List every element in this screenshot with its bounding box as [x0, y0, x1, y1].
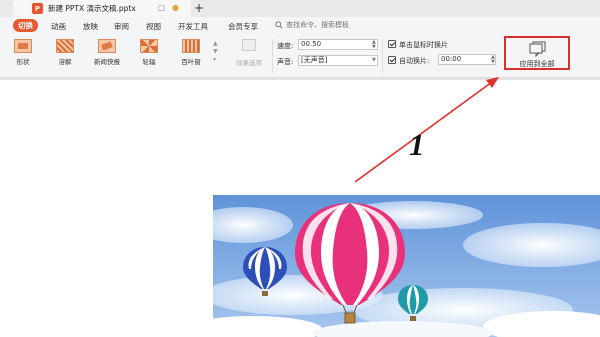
search-icon: [275, 21, 283, 29]
chevron-down-icon[interactable]: ▼: [213, 48, 221, 56]
auto-advance-spinner[interactable]: ▲ ▼: [491, 55, 495, 65]
transition-label: 百叶窗: [181, 58, 201, 66]
speed-input[interactable]: 00.50: [298, 39, 378, 50]
apply-to-all-label: 应用到全部: [519, 60, 555, 68]
gallery-expand-icon[interactable]: ▾: [213, 56, 221, 64]
sound-label: 声音:: [277, 58, 294, 66]
menu-bar: 切换 动画 放映 审阅 视图 开发工具 会员专享 查找命令、搜索模板: [0, 17, 600, 35]
divider: [272, 39, 273, 73]
menu-item-review[interactable]: 审阅: [114, 21, 129, 32]
transition-dissolve[interactable]: 溶解: [44, 39, 86, 66]
chat-icon[interactable]: ▢: [158, 3, 166, 12]
document-title: 新建 PPTX 演示文稿.pptx: [48, 4, 136, 13]
pptx-file-icon: P: [32, 3, 43, 14]
menu-item-member[interactable]: 会员专享: [228, 21, 258, 32]
transition-label: 溶解: [58, 58, 72, 66]
menu-item-slideshow[interactable]: 放映: [83, 21, 98, 32]
transition-label: 形状: [16, 58, 30, 66]
chevron-up-icon[interactable]: ▲: [213, 40, 221, 48]
unsaved-dot-icon: ●: [172, 3, 179, 12]
title-bar: P 新建 PPTX 演示文稿.pptx ▢ ● +: [0, 0, 600, 17]
chevron-down-icon[interactable]: ▼: [372, 58, 376, 63]
auto-advance-checkbox[interactable]: [388, 56, 396, 64]
transition-blinds[interactable]: 百叶窗: [170, 39, 212, 66]
transition-shape[interactable]: 形状: [2, 39, 44, 66]
auto-advance-input[interactable]: 00:00: [438, 54, 496, 65]
menu-item-view[interactable]: 视图: [146, 21, 161, 32]
dissolve-transition-icon: [56, 39, 74, 53]
new-tab-button[interactable]: +: [191, 0, 207, 17]
sound-select[interactable]: [无声音]: [298, 55, 378, 66]
transition-newsflash[interactable]: 新闻快报: [86, 39, 128, 66]
blinds-transition-icon: [182, 39, 200, 53]
speed-spinner[interactable]: ▲ ▼: [372, 40, 376, 50]
effect-options-label: 效果选项: [236, 59, 262, 67]
shape-transition-icon: [14, 39, 32, 53]
divider: [382, 39, 383, 73]
menu-item-developer[interactable]: 开发工具: [178, 21, 208, 32]
transition-label: 新闻快报: [94, 58, 120, 66]
transition-label: 轮辐: [142, 58, 156, 66]
auto-advance-label: 自动换片:: [399, 57, 430, 65]
command-search[interactable]: 查找命令、搜索模板: [275, 20, 349, 30]
gallery-scroll[interactable]: ▲ ▼ ▾: [213, 40, 221, 64]
menu-item-animation[interactable]: 动画: [51, 21, 66, 32]
transition-wheel[interactable]: 轮辐: [128, 39, 170, 66]
effect-options-button[interactable]: 效果选项: [228, 39, 270, 67]
on-click-checkbox[interactable]: [388, 40, 396, 48]
on-click-label: 单击鼠标时换片: [399, 41, 448, 49]
hot-air-balloon-image[interactable]: [213, 195, 600, 337]
menu-item-transitions[interactable]: 切换: [13, 19, 38, 32]
speed-label: 速度:: [277, 42, 294, 50]
effect-options-icon: [242, 39, 256, 51]
search-placeholder: 查找命令、搜索模板: [286, 21, 349, 29]
newsflash-transition-icon: [98, 39, 116, 53]
apply-to-all-button[interactable]: 应用到全部: [504, 36, 570, 70]
wheel-transition-icon: [140, 39, 158, 53]
apply-all-icon: [529, 41, 546, 57]
step-number-label: 1: [409, 127, 425, 162]
